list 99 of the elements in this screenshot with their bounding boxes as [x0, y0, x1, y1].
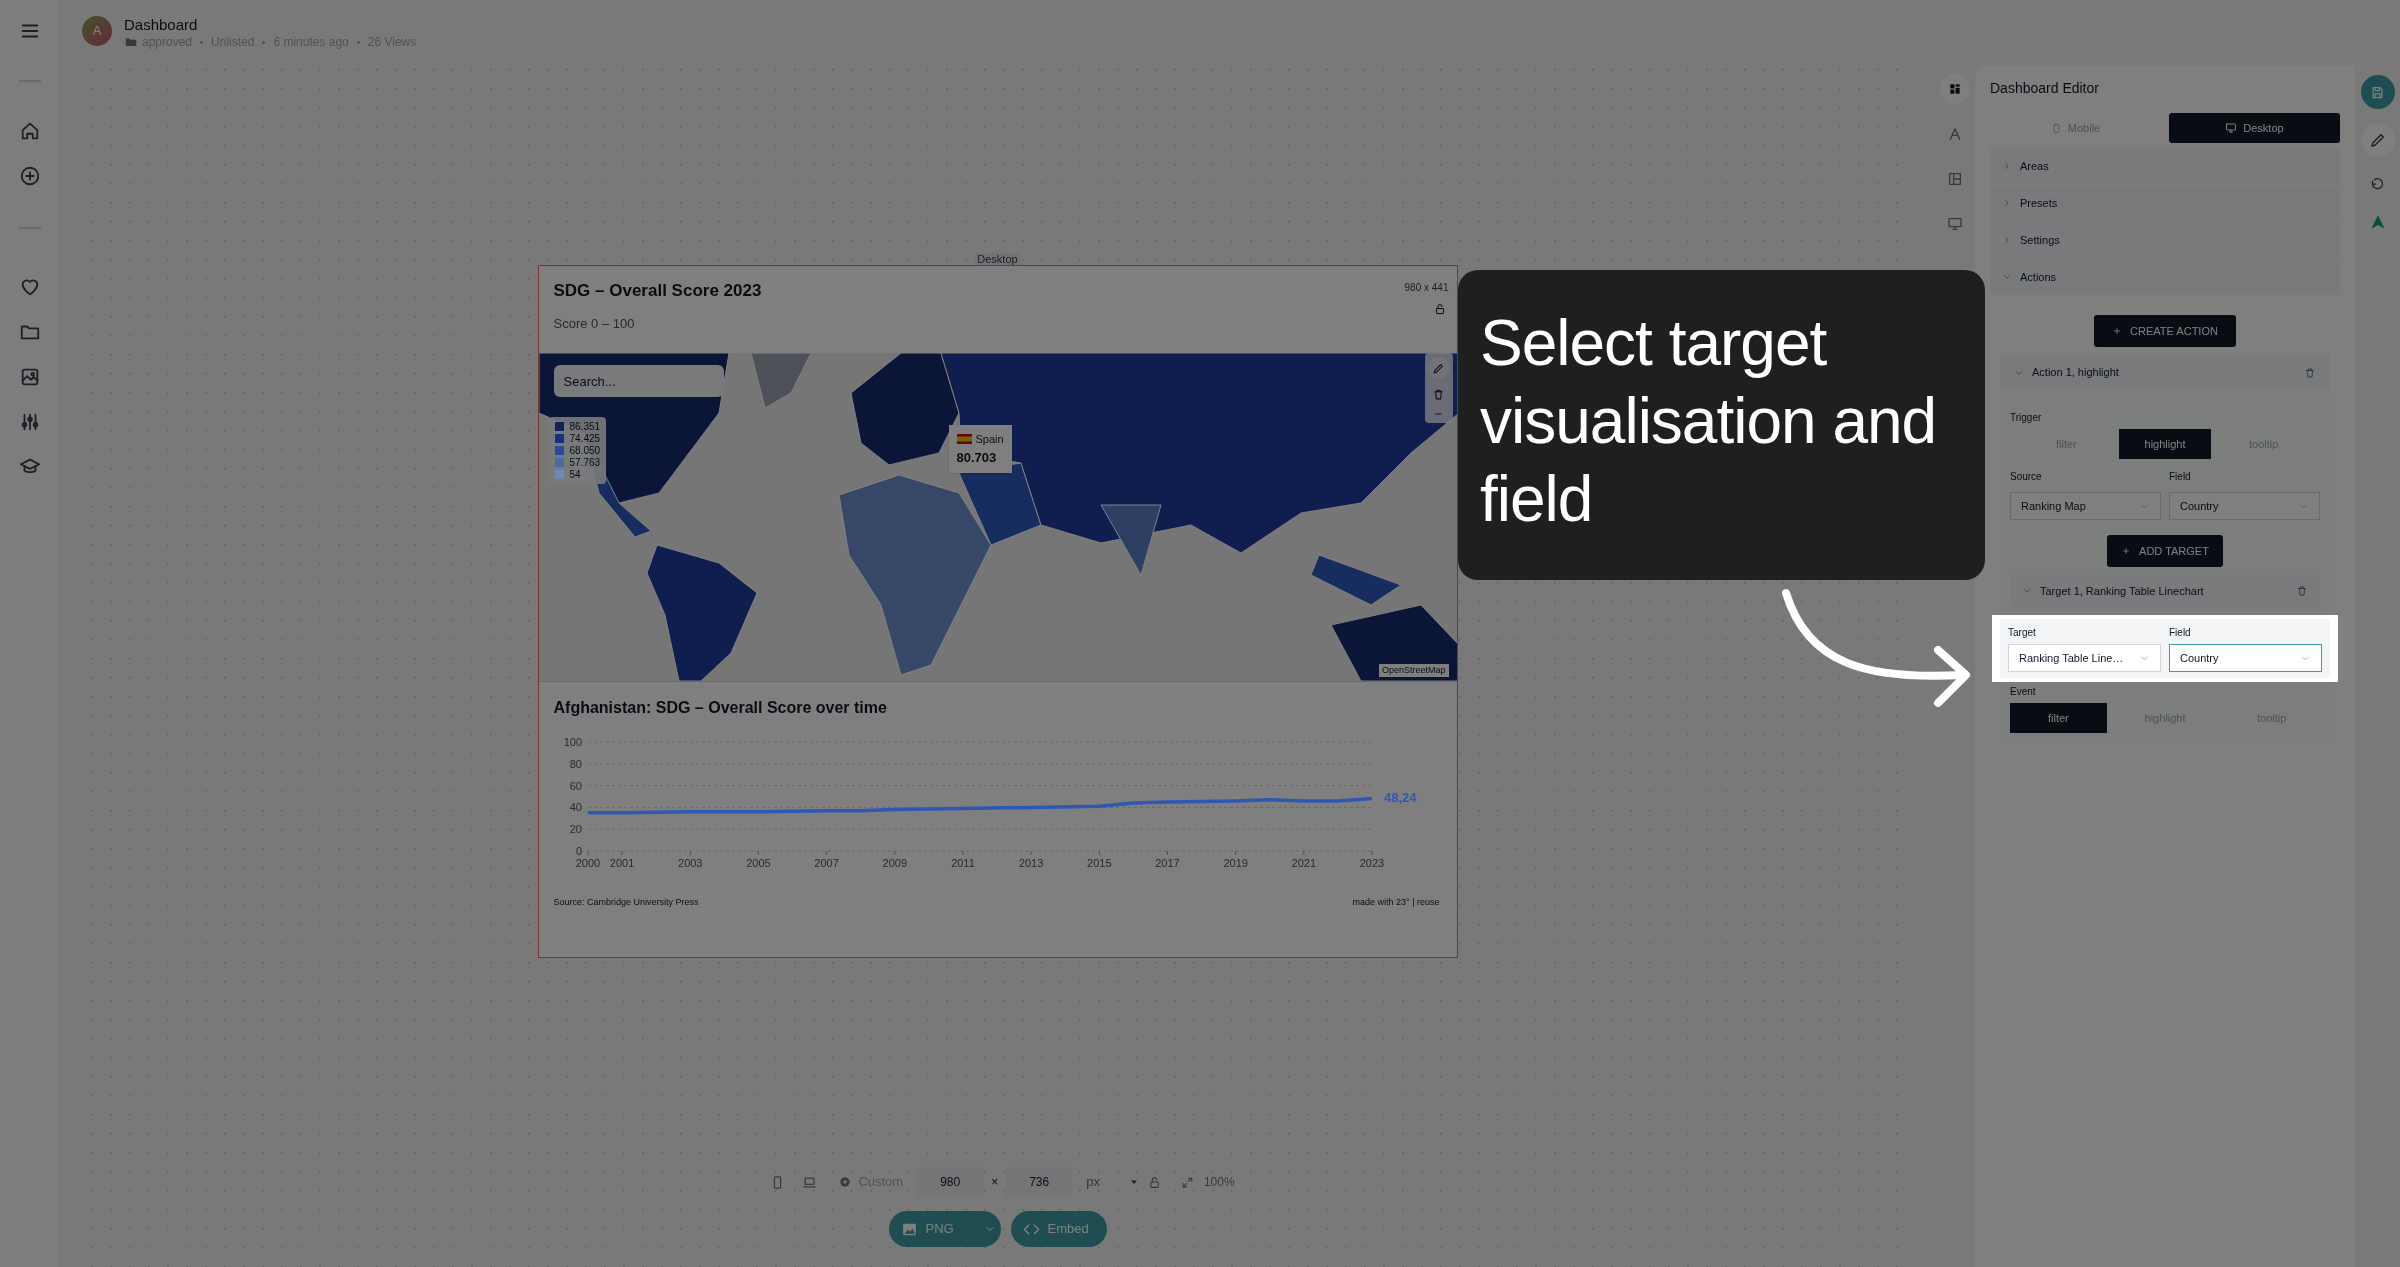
axis-label: 2001: [609, 857, 634, 869]
axis-label: 60: [569, 779, 582, 792]
axis-label: 2003: [677, 857, 702, 869]
chevron-right-icon: [2002, 235, 2012, 245]
value-label: 48,24: [1383, 790, 1417, 806]
logo-icon[interactable]: [2368, 213, 2387, 231]
field-select[interactable]: Country: [2169, 644, 2322, 672]
axis-label: 2009: [882, 857, 907, 869]
axis-label: 2023: [1359, 857, 1384, 869]
accordion-section[interactable]: Actions: [1990, 259, 2340, 296]
add-circle-icon: [18, 165, 41, 187]
option-tab[interactable]: filter: [2010, 703, 2107, 733]
tooltip-country: Spain: [975, 432, 1004, 447]
chevron-right-icon: [2002, 198, 2012, 208]
accordion-section[interactable]: Settings: [1990, 222, 2340, 259]
pencil-icon: [1432, 361, 1445, 375]
axis-label: 2007: [813, 857, 839, 869]
dashboard-title: Dashboard: [124, 16, 199, 34]
search-field[interactable]: Search...: [553, 365, 724, 397]
tutorial-callout: Select target visualisation and field: [1458, 270, 1985, 580]
flag-icon: [956, 434, 972, 445]
pencil-icon: [2368, 131, 2387, 149]
axis-label: 2021: [1291, 857, 1316, 869]
chart-title: Afghanistan: SDG – Overall Score over time: [553, 698, 888, 718]
size-label: 980 x 441: [1404, 281, 1449, 295]
legend-label: 86.351: [569, 421, 601, 432]
chevron-down-icon: [2022, 586, 2032, 596]
expand-icon[interactable]: [1180, 1175, 1194, 1189]
axis-label: 2000: [575, 857, 600, 869]
panel-title: Dashboard Editor: [1990, 79, 2100, 97]
action-title: Action 1, highlight: [2032, 365, 2120, 381]
legend-label: 68.050: [569, 445, 601, 456]
legend-label: 54: [569, 469, 581, 480]
chevron-down-icon: [2002, 272, 2012, 282]
monitor-icon: [1947, 216, 1963, 232]
save-icon: [2370, 84, 2385, 100]
axis-label: 2011: [950, 857, 975, 869]
axis-label: 0: [575, 845, 582, 857]
png-export-button[interactable]: PNG: [888, 1211, 1001, 1247]
edit-button[interactable]: [1427, 357, 1450, 379]
laptop-icon: [801, 1174, 817, 1190]
source-note: Source: Cambridge University Press: [553, 896, 699, 909]
plus-icon: [2121, 546, 2132, 556]
monitor-icon: [2225, 122, 2238, 134]
axis-label: 40: [569, 801, 582, 814]
trash-icon: [1432, 387, 1445, 401]
axis-label: 80: [569, 757, 582, 770]
plus-icon: [2112, 326, 2123, 336]
trash-icon[interactable]: [2296, 585, 2308, 597]
legend-label: 74.425: [569, 433, 601, 444]
axis-label: 100: [563, 736, 582, 748]
accordion-section[interactable]: Presets: [1990, 185, 2340, 222]
chart-title: SDG – Overall Score 2023: [553, 280, 762, 302]
source-select[interactable]: Ranking Map: [2010, 492, 2161, 520]
width-field[interactable]: 980: [917, 1167, 984, 1197]
viewport-label: Desktop: [975, 253, 1020, 265]
field-label: Field: [2169, 470, 2192, 484]
height-field[interactable]: 736: [1006, 1167, 1073, 1197]
axis-label: 2017: [1154, 857, 1180, 869]
times-sign: ×: [991, 1174, 999, 1191]
widgets-button[interactable]: [1940, 74, 1970, 104]
create-action-button[interactable]: CREATE ACTION: [2094, 315, 2236, 347]
add-target-button[interactable]: ADD TARGET: [2107, 535, 2223, 567]
field-label: Field: [2169, 626, 2192, 640]
field-label: Trigger: [2010, 411, 2043, 425]
axis-label: 2015: [1086, 857, 1112, 869]
font-icon: [1947, 126, 1963, 142]
view-tab[interactable]: Desktop: [2169, 113, 2340, 143]
chart-subtitle: Score 0 – 100: [553, 315, 636, 333]
chevron-right-icon: [2002, 161, 2012, 171]
field-select[interactable]: Country: [2169, 492, 2320, 520]
layout-icon: [1947, 171, 1963, 187]
unit-label: px: [1086, 1173, 1100, 1192]
unlock-icon[interactable]: [1147, 1175, 1161, 1189]
target-select[interactable]: Ranking Table Line…: [2008, 644, 2161, 672]
axis-label: 20: [569, 823, 582, 836]
target-title: Target 1, Ranking Table Linechart: [2040, 583, 2205, 599]
accordion-section[interactable]: Areas: [1990, 148, 2340, 185]
field-label: Event: [2010, 685, 2037, 699]
world-map-drawing[interactable]: [538, 353, 1457, 681]
zoom-level: 100%: [1203, 1174, 1235, 1191]
credit-note[interactable]: made with 23° | reuse: [1352, 896, 1442, 910]
tooltip-value: 80.703: [956, 448, 998, 467]
save-button[interactable]: [2360, 75, 2395, 109]
axis-label: 2005: [745, 857, 771, 869]
option-tab[interactable]: highlight: [2118, 429, 2212, 459]
embed-button[interactable]: Embed: [1010, 1211, 1107, 1247]
avatar[interactable]: A: [82, 16, 112, 46]
undo-icon: [2370, 175, 2385, 191]
field-label: Target: [2008, 626, 2037, 640]
edit-mode-button[interactable]: [2360, 123, 2395, 157]
axis-label: 2019: [1222, 857, 1248, 869]
gear-icon: [838, 1175, 853, 1189]
trash-icon[interactable]: [2304, 366, 2316, 379]
field-label: Source: [2010, 470, 2043, 484]
lock-icon: [1433, 303, 1446, 315]
axis-label: 2013: [1018, 857, 1043, 869]
legend-label: 57.763: [569, 457, 601, 468]
grid-icon: [1948, 82, 1962, 96]
